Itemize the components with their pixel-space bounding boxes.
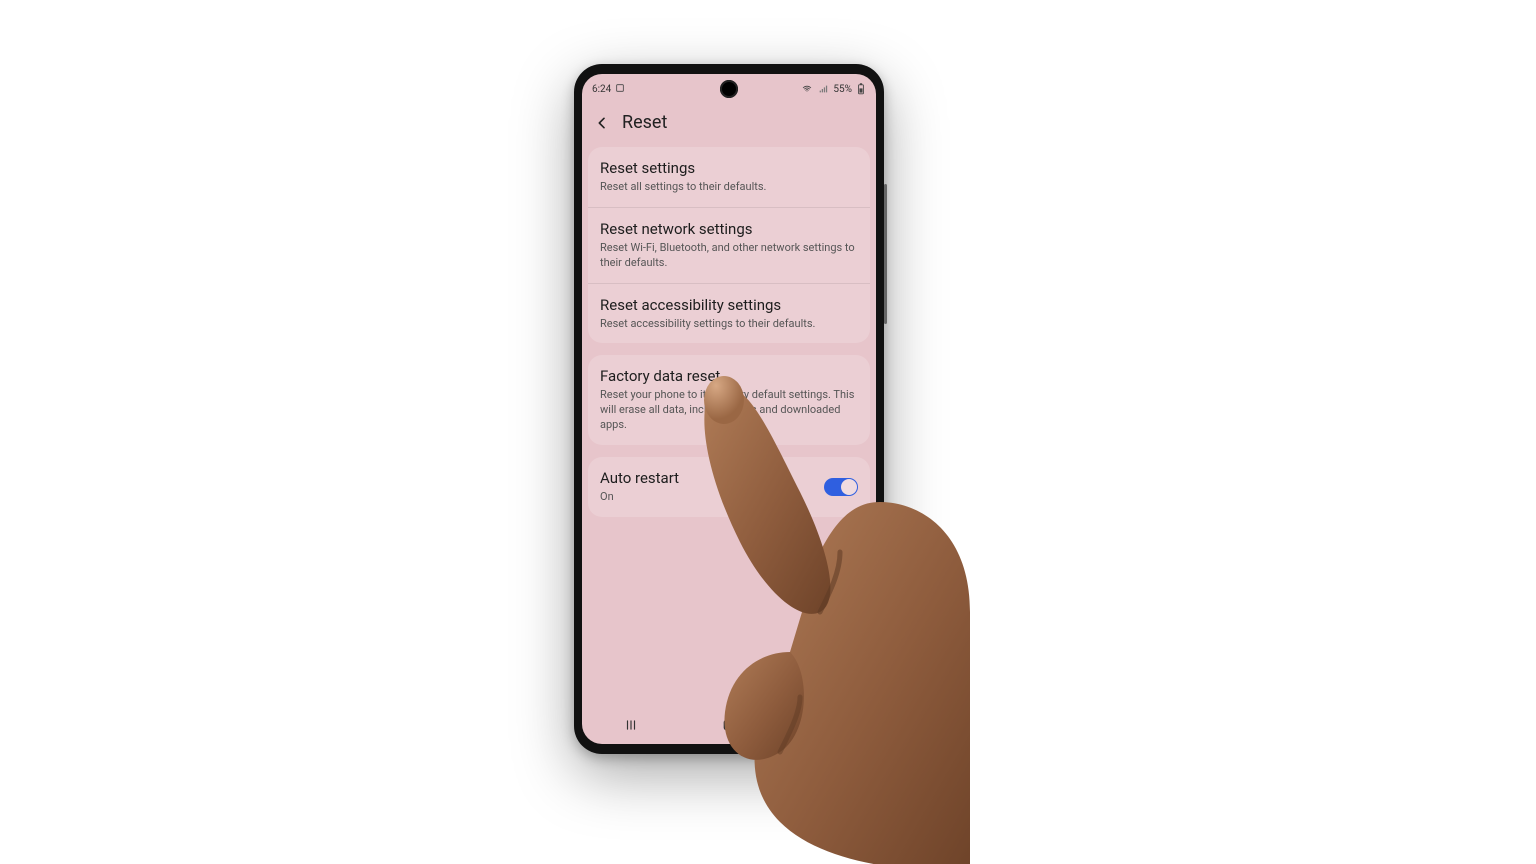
row-title: Factory data reset bbox=[600, 367, 858, 385]
nav-back[interactable] bbox=[807, 717, 847, 733]
back-button[interactable] bbox=[592, 113, 612, 133]
row-title: Auto restart bbox=[600, 469, 824, 487]
phone-frame: 6:24 55% bbox=[574, 64, 884, 754]
row-desc: Reset your phone to its factory default … bbox=[600, 388, 858, 433]
row-title: Reset settings bbox=[600, 159, 858, 177]
battery-text: 55% bbox=[833, 84, 852, 95]
row-status: On bbox=[600, 490, 824, 505]
battery-icon bbox=[856, 83, 866, 95]
nav-home[interactable] bbox=[709, 717, 749, 733]
toggle-knob bbox=[841, 479, 857, 495]
signal-icon bbox=[817, 84, 829, 94]
row-desc: Reset accessibility settings to their de… bbox=[600, 317, 858, 332]
recents-icon bbox=[623, 718, 639, 732]
row-title: Reset network settings bbox=[600, 220, 858, 238]
screen: 6:24 55% bbox=[582, 74, 876, 744]
row-auto-restart[interactable]: Auto restart On bbox=[588, 457, 870, 517]
wifi-icon bbox=[801, 84, 813, 94]
row-reset-settings[interactable]: Reset settings Reset all settings to the… bbox=[588, 147, 870, 207]
page-title: Reset bbox=[622, 112, 667, 133]
group-auto-restart: Auto restart On bbox=[588, 457, 870, 517]
row-factory-data-reset[interactable]: Factory data reset Reset your phone to i… bbox=[588, 355, 870, 445]
side-button bbox=[884, 184, 887, 324]
row-title: Reset accessibility settings bbox=[600, 296, 858, 314]
row-desc: Reset all settings to their defaults. bbox=[600, 180, 858, 195]
row-desc: Reset Wi-Fi, Bluetooth, and other networ… bbox=[600, 241, 858, 271]
row-reset-accessibility-settings[interactable]: Reset accessibility settings Reset acces… bbox=[588, 283, 870, 344]
back-icon bbox=[819, 717, 835, 733]
status-time: 6:24 bbox=[592, 84, 611, 95]
chevron-left-icon bbox=[594, 115, 610, 131]
home-icon bbox=[721, 717, 737, 733]
nav-bar bbox=[582, 714, 876, 736]
group-factory-reset: Factory data reset Reset your phone to i… bbox=[588, 355, 870, 445]
sim-icon bbox=[615, 83, 625, 96]
auto-restart-toggle[interactable] bbox=[824, 478, 858, 496]
row-reset-network-settings[interactable]: Reset network settings Reset Wi-Fi, Blue… bbox=[588, 207, 870, 283]
app-bar: Reset bbox=[582, 98, 876, 147]
group-reset-options: Reset settings Reset all settings to the… bbox=[588, 147, 870, 343]
front-camera bbox=[720, 80, 738, 98]
nav-recents[interactable] bbox=[611, 717, 651, 733]
